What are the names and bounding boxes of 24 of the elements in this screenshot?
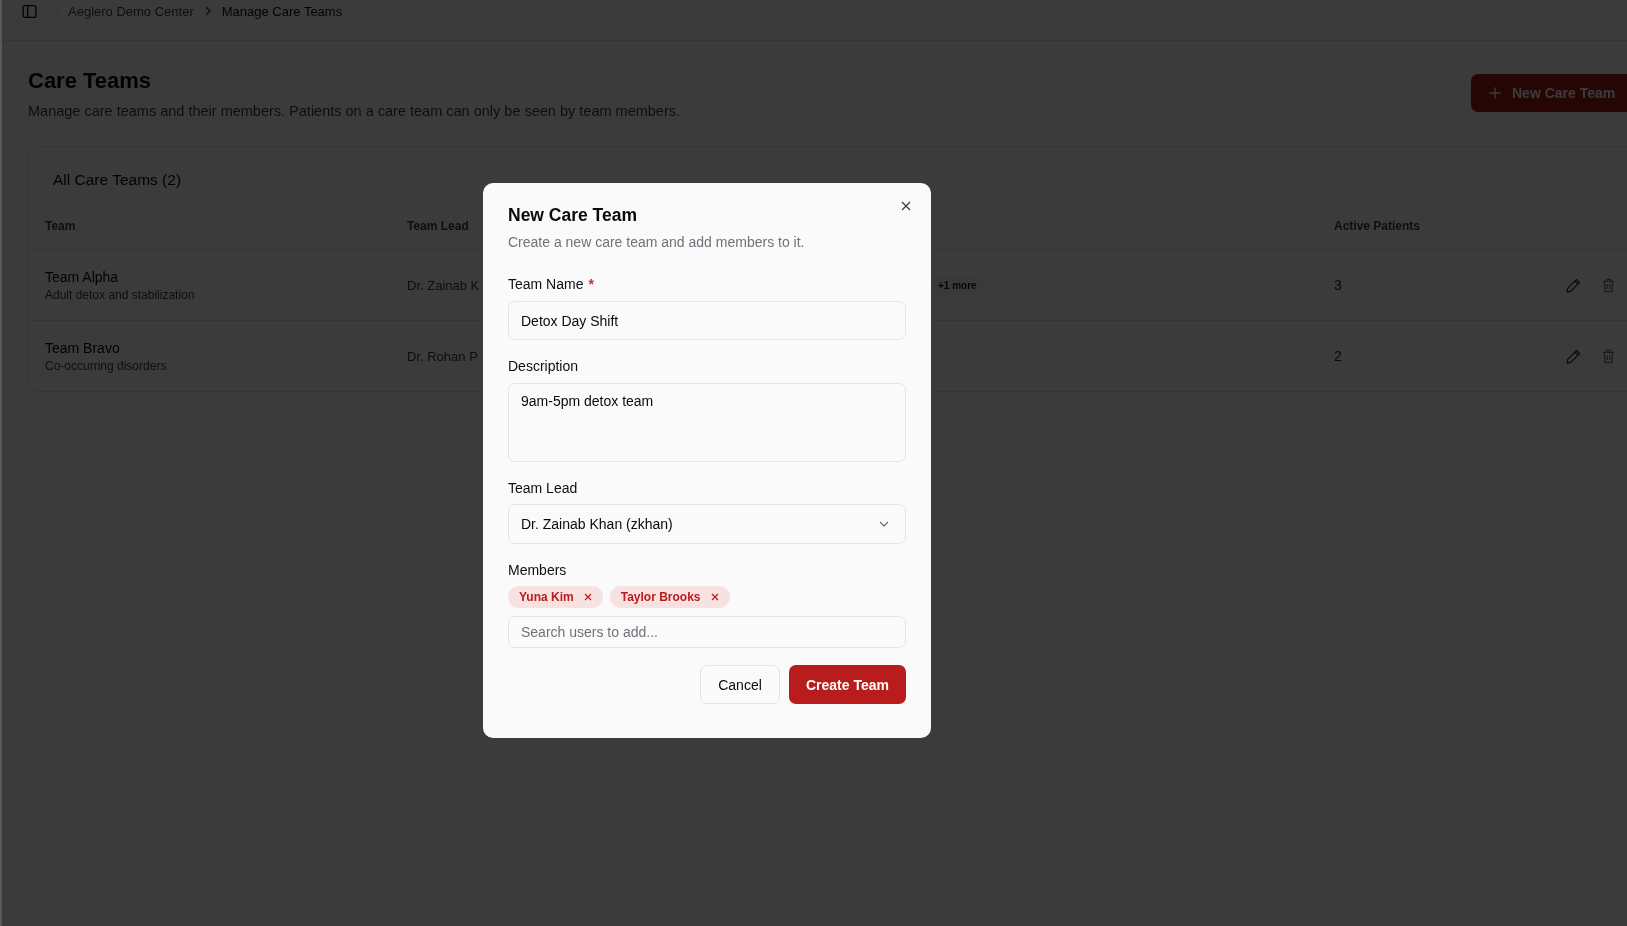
team-name: Team Alpha	[45, 268, 120, 287]
team-name: Team Bravo	[45, 339, 121, 358]
search-users-input[interactable]: Search users to add...	[508, 616, 906, 648]
description-textarea[interactable]: 9am-5pm detox team	[508, 383, 906, 462]
field-label: Members	[508, 561, 567, 580]
team-lead-select[interactable]: Dr. Zainab Khan (zkhan)	[508, 504, 906, 544]
field-label: Team Name	[508, 275, 584, 294]
page-title: Care Teams	[28, 69, 153, 93]
text-input[interactable]: Detox Day Shift	[508, 301, 906, 340]
close-icon[interactable]	[901, 201, 911, 211]
chevron-down-icon	[879, 521, 889, 527]
create-team-button[interactable]: Create Team	[789, 665, 906, 704]
breadcrumb-current: Manage Care Teams	[221, 3, 343, 19]
dialog-title: New Care Team	[508, 204, 639, 226]
close-icon[interactable]	[710, 593, 719, 601]
field-label: Description	[508, 357, 579, 376]
member-chip[interactable]: Yuna Kim	[508, 586, 603, 608]
cancel-button[interactable]: Cancel	[700, 665, 780, 704]
required-mark: *	[588, 275, 594, 294]
member-chip[interactable]: Taylor Brooks	[609, 586, 730, 608]
dialog-subtitle: Create a new care team and add members to it.	[508, 233, 806, 252]
close-icon[interactable]	[583, 593, 592, 601]
card-title: All Care Teams (2)	[53, 170, 183, 190]
field-label: Team Lead	[508, 479, 578, 498]
